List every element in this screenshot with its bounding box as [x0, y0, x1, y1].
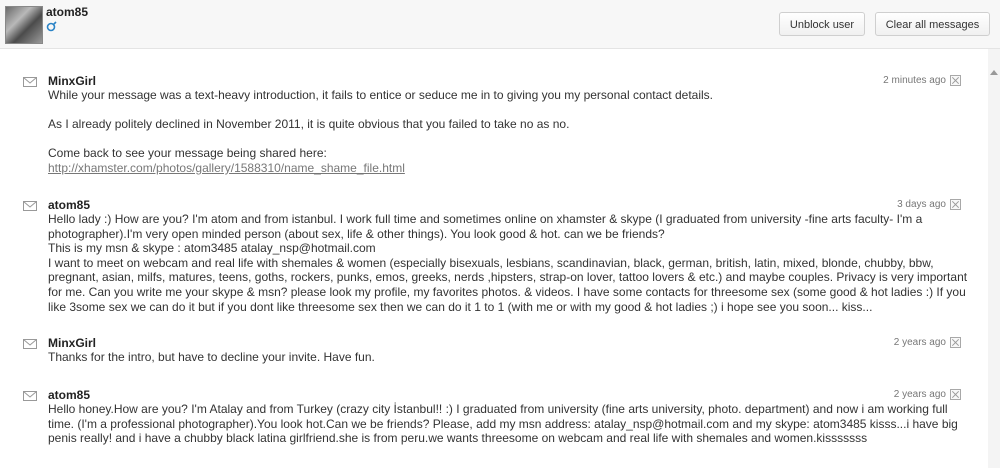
envelope-icon	[23, 201, 37, 211]
message-sender[interactable]: MinxGirl	[48, 74, 96, 88]
message-text: This is my msn & skype : atom3485 atalay…	[48, 241, 376, 256]
message-text: Come back to see your message being shar…	[48, 146, 327, 161]
avatar[interactable]	[5, 6, 43, 44]
message-timestamp: 2 minutes ago	[883, 75, 946, 86]
delete-message-icon[interactable]	[950, 75, 961, 86]
message-body: Thanks for the intro, but have to declin…	[48, 350, 968, 365]
conversation-username[interactable]: atom85	[46, 5, 88, 19]
scroll-up-arrow-icon[interactable]	[990, 70, 998, 75]
conversation-header: atom85 Unblock user Clear all messages	[0, 0, 1000, 49]
message-text: Thanks for the intro, but have to declin…	[48, 350, 375, 364]
delete-message-icon[interactable]	[950, 337, 961, 348]
message-timestamp: 3 days ago	[897, 199, 946, 210]
message-sender[interactable]: MinxGirl	[48, 336, 96, 350]
message-sender[interactable]: atom85	[48, 388, 90, 402]
message-text: Hello honey.How are you? I'm Atalay and …	[48, 402, 958, 446]
message-body: Hello lady :) How are you? I'm atom and …	[48, 212, 968, 314]
unblock-user-button[interactable]: Unblock user	[779, 12, 865, 36]
message-timestamp: 2 years ago	[893, 337, 946, 348]
message-list[interactable]: MinxGirl 2 minutes ago While your messag…	[0, 49, 1000, 468]
message-body: Hello honey.How are you? I'm Atalay and …	[48, 402, 968, 446]
gallery-link[interactable]: http://xhamster.com/photos/gallery/15883…	[48, 161, 405, 175]
message-sender[interactable]: atom85	[48, 198, 90, 212]
envelope-icon	[23, 77, 37, 87]
message-body: While your message was a text-heavy intr…	[48, 88, 968, 176]
delete-message-icon[interactable]	[950, 199, 961, 210]
envelope-icon	[23, 339, 37, 349]
message-text: While your message was a text-heavy intr…	[48, 88, 713, 102]
message-text: I want to meet on webcam and real life w…	[48, 255, 968, 314]
delete-message-icon[interactable]	[950, 389, 961, 400]
clear-all-messages-button[interactable]: Clear all messages	[875, 12, 990, 36]
scrollbar[interactable]	[988, 49, 1000, 468]
message-text: Hello lady :) How are you? I'm atom and …	[48, 212, 923, 241]
message-text: As I already politely declined in Novemb…	[48, 117, 570, 132]
male-symbol-icon	[46, 21, 57, 32]
envelope-icon	[23, 391, 37, 401]
message-timestamp: 2 years ago	[893, 389, 946, 400]
